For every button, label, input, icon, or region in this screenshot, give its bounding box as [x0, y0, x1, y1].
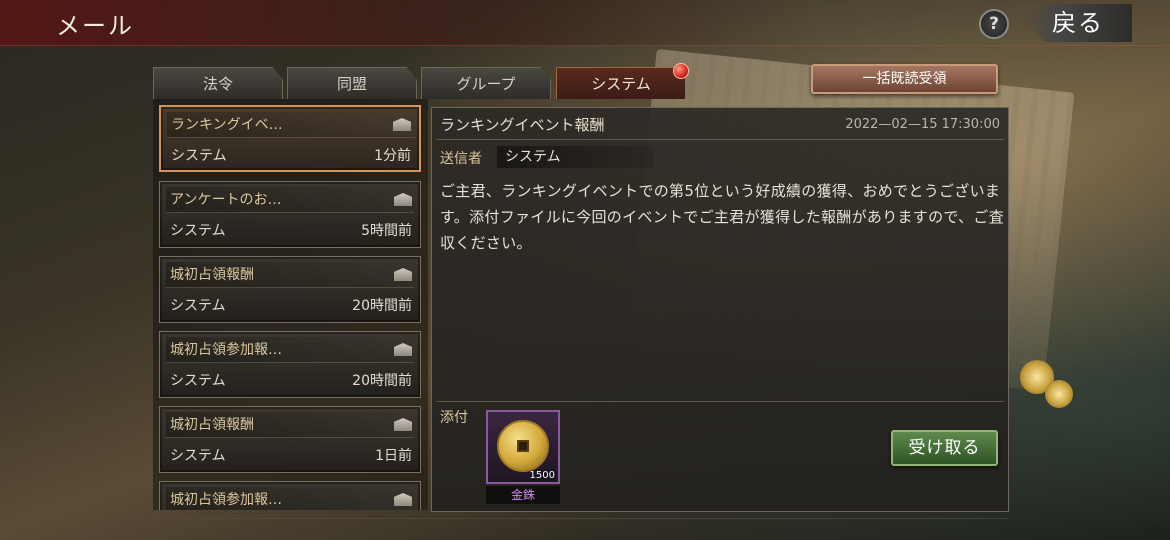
mail-list-item[interactable]: 城初占領報酬 システム 20時間前	[159, 256, 421, 323]
mail-body-text: ご主君、ランキングイベントでの第5位という好成績の獲得、おめでとうございます。添…	[440, 182, 1005, 252]
tab-edicts[interactable]: 法令	[153, 67, 283, 99]
tab-system[interactable]: システム	[556, 67, 686, 99]
mail-subject: 城初占領報酬	[166, 412, 414, 438]
mail-sender: システム	[170, 223, 226, 239]
mail-list-item[interactable]: ランキングイベ… システム 1分前	[159, 105, 421, 172]
notification-dot-icon	[673, 63, 689, 79]
background-coin-icon	[1045, 380, 1073, 408]
mail-sender: システム	[170, 448, 226, 464]
divider	[436, 401, 1004, 402]
attachment-label: 添付	[440, 410, 468, 426]
divider	[153, 518, 1009, 519]
mail-subject: 城初占領参加報…	[166, 487, 414, 510]
attachment-name: 金銖	[486, 486, 560, 504]
mail-sender: システム	[170, 373, 226, 389]
mail-list-item[interactable]: 城初占領報酬 システム 1日前	[159, 406, 421, 473]
sender-value: システム	[497, 146, 653, 168]
mail-subject: アンケートのお…	[166, 187, 414, 213]
tab-alliance[interactable]: 同盟	[287, 67, 417, 99]
page-title: メール	[56, 12, 134, 40]
mail-detail-panel: ランキングイベント報酬 2022—02—15 17:30:00 送信者 システム…	[431, 107, 1009, 512]
attachment-quantity: 1500	[529, 470, 555, 481]
mail-time: 20時間前	[352, 373, 412, 389]
header-bar: メール ? 戻る	[0, 0, 1170, 46]
mail-time: 20時間前	[352, 298, 412, 314]
mail-detail-date: 2022—02—15 17:30:00	[845, 117, 1000, 132]
mail-sender: システム	[171, 148, 227, 164]
divider	[436, 139, 1004, 140]
receive-button[interactable]: 受け取る	[891, 430, 998, 466]
mail-detail-subject: ランキングイベント報酬	[440, 116, 605, 134]
help-button[interactable]: ?	[979, 9, 1009, 39]
mail-list[interactable]: ランキングイベ… システム 1分前 アンケートのお… システム 5時間前 城初占…	[153, 99, 428, 510]
mail-subject: 城初占領報酬	[166, 262, 414, 288]
mail-subject: ランキングイベ…	[167, 112, 415, 138]
tab-group[interactable]: グループ	[421, 67, 551, 99]
mail-list-item[interactable]: アンケートのお… システム 5時間前	[159, 181, 421, 248]
mail-list-item[interactable]: 城初占領参加報…	[159, 481, 421, 510]
mail-time: 5時間前	[361, 223, 412, 239]
mail-time: 1分前	[374, 148, 411, 164]
gold-coin-icon	[497, 420, 549, 472]
coin-hole	[517, 440, 529, 452]
mail-list-item[interactable]: 城初占領参加報… システム 20時間前	[159, 331, 421, 398]
read-all-claim-button[interactable]: 一括既読受領	[811, 64, 998, 94]
sender-label: 送信者	[440, 151, 482, 167]
mail-subject: 城初占領参加報…	[166, 337, 414, 363]
back-button[interactable]: 戻る	[1022, 4, 1132, 42]
attachment-item[interactable]: 1500	[486, 410, 560, 484]
mail-sender: システム	[170, 298, 226, 314]
mail-time: 1日前	[375, 448, 412, 464]
